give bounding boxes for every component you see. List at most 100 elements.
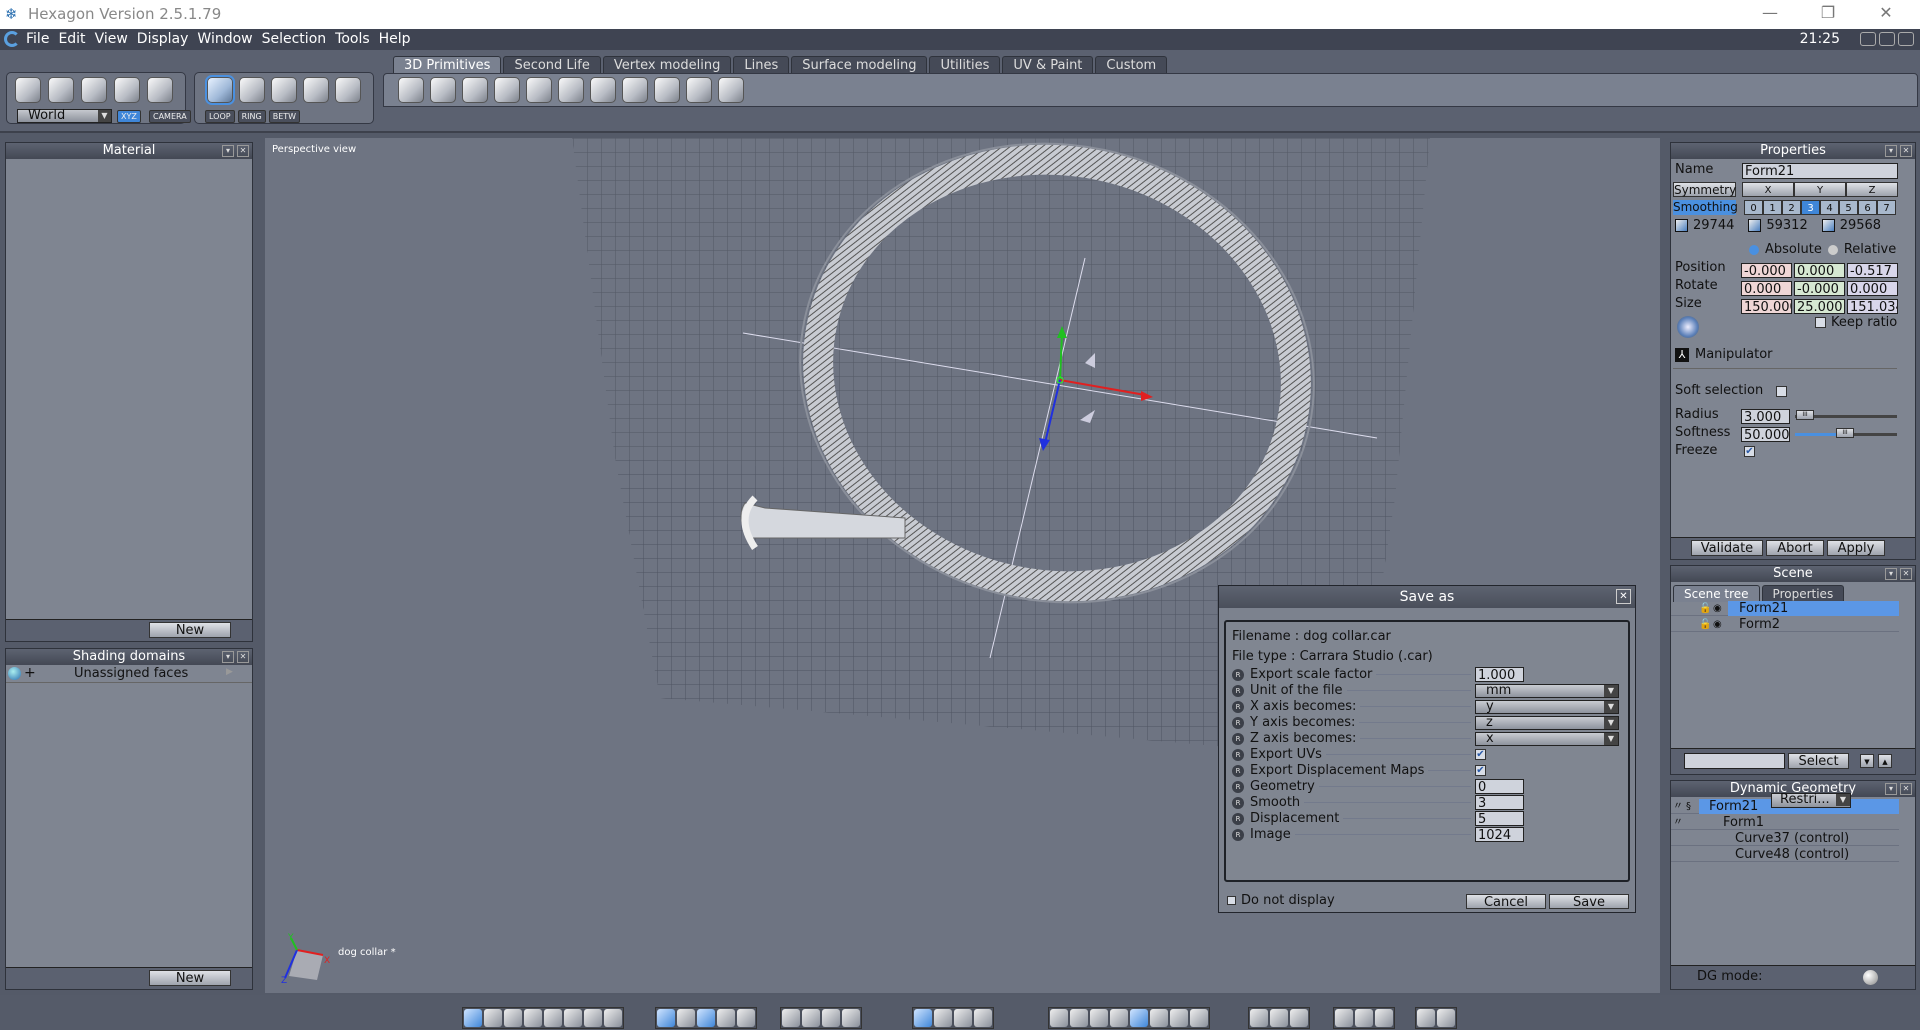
- object-select-icon[interactable]: [205, 75, 235, 105]
- collapse-icon[interactable]: ▾: [222, 145, 234, 157]
- close-icon[interactable]: ✕: [237, 145, 249, 157]
- reset-icon[interactable]: R: [1232, 796, 1244, 809]
- icosahedron-icon[interactable]: [686, 77, 712, 103]
- render-icon[interactable]: [1270, 1009, 1288, 1027]
- option-select[interactable]: x ▼: [1475, 731, 1619, 746]
- transform-gizmo-icon[interactable]: [1677, 316, 1699, 338]
- doc-close-button[interactable]: [1898, 32, 1914, 46]
- reset-icon[interactable]: R: [1232, 764, 1244, 777]
- smoothing-level-2[interactable]: 2: [1782, 200, 1801, 215]
- tab-uv-paint[interactable]: UV & Paint: [1002, 56, 1094, 74]
- tab-3d-primitives[interactable]: 3D Primitives: [393, 56, 502, 74]
- flat-shade-icon[interactable]: [1090, 1009, 1108, 1027]
- auto-select-icon[interactable]: [335, 77, 361, 103]
- move-up-button[interactable]: ▲: [1878, 754, 1892, 768]
- close-icon[interactable]: ✕: [1900, 568, 1912, 580]
- dg-item-curve37[interactable]: Curve37 (control): [1671, 831, 1899, 846]
- close-button[interactable]: ✕: [1866, 3, 1906, 25]
- symmetry-z-button[interactable]: Z: [1846, 182, 1898, 197]
- size-x-input[interactable]: 150.000: [1741, 299, 1792, 314]
- doc-restore-button[interactable]: [1879, 32, 1895, 46]
- dg-item-curve48[interactable]: Curve48 (control): [1671, 847, 1899, 862]
- option-input[interactable]: 1.000: [1475, 667, 1524, 682]
- radius-input[interactable]: 3.000: [1741, 409, 1790, 424]
- pan-icon[interactable]: [802, 1009, 820, 1027]
- render-settings-icon[interactable]: [657, 1009, 675, 1027]
- collapse-icon[interactable]: ▾: [1885, 568, 1897, 580]
- symmetry-x-button[interactable]: X: [1742, 182, 1794, 197]
- scene-item-form2[interactable]: 🔓 ◉ Form2: [1671, 617, 1899, 632]
- close-icon[interactable]: ✕: [1900, 145, 1912, 157]
- option-select[interactable]: z ▼: [1475, 715, 1619, 730]
- cancel-button[interactable]: Cancel: [1466, 894, 1546, 910]
- pyramid-icon[interactable]: [590, 77, 616, 103]
- split-3-icon[interactable]: [564, 1009, 582, 1027]
- position-y-input[interactable]: 0.000: [1794, 263, 1845, 278]
- wireframe-icon[interactable]: [1050, 1009, 1068, 1027]
- smoothing-level-7[interactable]: 7: [1877, 200, 1896, 215]
- layout-icon[interactable]: [1375, 1009, 1393, 1027]
- reset-icon[interactable]: R: [1232, 716, 1244, 729]
- symmetry-y-button[interactable]: Y: [1794, 182, 1846, 197]
- light-icon[interactable]: [677, 1009, 695, 1027]
- name-input[interactable]: Form21: [1742, 163, 1898, 179]
- menu-help[interactable]: Help: [379, 31, 411, 47]
- dg-item-form1[interactable]: 〃 Form1: [1671, 815, 1899, 830]
- select-arrow-icon[interactable]: [15, 77, 41, 103]
- sphere-icon[interactable]: [430, 77, 456, 103]
- lock-icon[interactable]: 🔓: [1699, 601, 1711, 616]
- grid-plane-icon[interactable]: [494, 77, 520, 103]
- stack-icon[interactable]: [1355, 1009, 1373, 1027]
- scene-search-input[interactable]: [1684, 753, 1785, 769]
- drop-icon[interactable]: [974, 1009, 992, 1027]
- option-input[interactable]: 1024: [1475, 827, 1524, 842]
- option-input[interactable]: 3: [1475, 795, 1524, 810]
- apply-button[interactable]: Apply: [1827, 540, 1885, 556]
- tab-scene-properties[interactable]: Properties: [1761, 585, 1845, 602]
- tools-icon[interactable]: [934, 1009, 952, 1027]
- minimize-button[interactable]: —: [1750, 3, 1790, 25]
- smoothing-button[interactable]: Smoothing: [1673, 200, 1738, 215]
- split-h-icon[interactable]: [524, 1009, 542, 1027]
- softness-input[interactable]: 50.000: [1741, 427, 1790, 442]
- eye-icon[interactable]: ◉: [1713, 617, 1722, 632]
- menu-view[interactable]: View: [95, 31, 128, 47]
- new-material-button[interactable]: New: [149, 622, 231, 638]
- play-icon[interactable]: ▶: [226, 667, 233, 677]
- reset-icon[interactable]: R: [1232, 668, 1244, 681]
- option-input[interactable]: 0: [1475, 779, 1524, 794]
- select-button[interactable]: Select: [1788, 753, 1849, 769]
- reset-icon[interactable]: R: [1232, 812, 1244, 825]
- history-icon[interactable]: §: [1686, 799, 1691, 814]
- relative-radio[interactable]: [1827, 244, 1838, 255]
- dg-status-sphere-icon[interactable]: [1863, 970, 1878, 985]
- tab-second-life[interactable]: Second Life: [503, 56, 601, 74]
- symmetry-button[interactable]: Symmetry: [1673, 182, 1736, 197]
- tab-utilities[interactable]: Utilities: [929, 56, 1001, 74]
- smoothing-level-3[interactable]: 3: [1801, 200, 1820, 215]
- cube-icon[interactable]: [398, 77, 424, 103]
- scale-icon[interactable]: [81, 77, 107, 103]
- soft-selection-checkbox[interactable]: [1776, 386, 1787, 397]
- octahedron-icon[interactable]: [622, 77, 648, 103]
- quad-view-icon[interactable]: [484, 1009, 502, 1027]
- save-button[interactable]: Save: [1549, 894, 1629, 910]
- orbit-icon[interactable]: [842, 1009, 860, 1027]
- collapse-icon[interactable]: ▾: [1885, 145, 1897, 157]
- menu-window[interactable]: Window: [197, 31, 252, 47]
- ring-select-button[interactable]: RING: [237, 110, 266, 123]
- smoothing-level-6[interactable]: 6: [1858, 200, 1877, 215]
- smoothing-level-0[interactable]: 0: [1744, 200, 1763, 215]
- tab-lines[interactable]: Lines: [733, 56, 790, 74]
- rotate-x-input[interactable]: 0.000: [1741, 281, 1792, 296]
- menu-tools[interactable]: Tools: [335, 31, 370, 47]
- camera-icon[interactable]: [1437, 1009, 1455, 1027]
- link-icon[interactable]: 〃: [1673, 815, 1683, 830]
- rotate-icon[interactable]: [48, 77, 74, 103]
- text-3d-icon[interactable]: [718, 77, 744, 103]
- zoom-extents-icon[interactable]: [782, 1009, 800, 1027]
- universal-manipulator-icon[interactable]: [114, 77, 140, 103]
- snap-icon[interactable]: [914, 1009, 932, 1027]
- new-shading-domain-button[interactable]: New: [149, 970, 231, 986]
- option-select[interactable]: y ▼: [1475, 699, 1619, 714]
